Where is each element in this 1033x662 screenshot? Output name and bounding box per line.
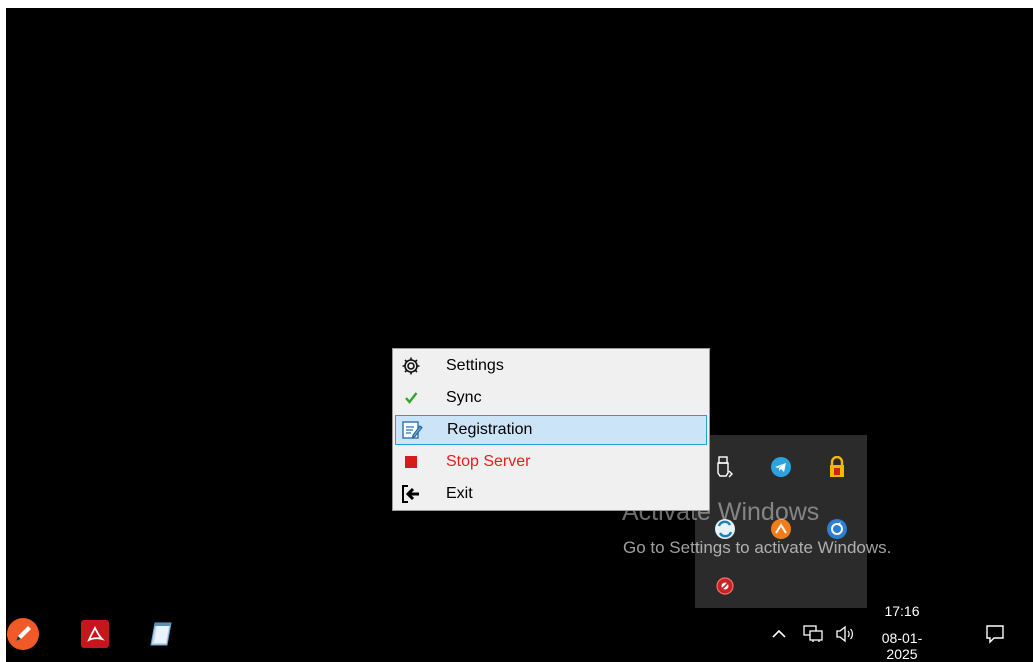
activate-windows-subtitle: Go to Settings to activate Windows. (623, 538, 892, 557)
tray-context-menu: Settings Sync Registration Stop Server E… (392, 348, 710, 511)
menu-item-settings[interactable]: Settings (395, 351, 707, 381)
clock-date[interactable]: 08-01-2025 (867, 630, 937, 662)
pdf-reader-icon[interactable] (78, 617, 112, 651)
chevron-up-icon[interactable] (770, 624, 788, 644)
menu-item-label: Exit (446, 485, 473, 502)
menu-item-label: Settings (446, 357, 504, 374)
menu-item-label: Sync (446, 389, 482, 406)
notepad-icon[interactable] (145, 617, 179, 651)
desktop: Activate Windows Go to Settings to activ… (6, 8, 1033, 662)
menu-item-registration[interactable]: Registration (395, 415, 707, 445)
menu-item-exit[interactable]: Exit (395, 479, 707, 509)
menu-item-stop-server[interactable]: Stop Server (395, 447, 707, 477)
stop-icon (396, 448, 426, 476)
menu-item-sync[interactable]: Sync (395, 383, 707, 413)
red-app-icon[interactable] (711, 572, 739, 600)
exit-icon (396, 480, 426, 508)
screen-frame: Activate Windows Go to Settings to activ… (0, 0, 1033, 662)
edit-form-icon (397, 416, 427, 444)
menu-item-label: Stop Server (446, 453, 531, 470)
volume-icon[interactable] (833, 622, 857, 646)
clock-time[interactable]: 17:16 (877, 603, 927, 619)
network-icon[interactable] (801, 622, 825, 646)
pen-app-icon[interactable] (6, 617, 40, 651)
telegram-icon[interactable] (767, 453, 795, 481)
usb-icon[interactable] (711, 453, 739, 481)
notification-icon[interactable] (983, 622, 1007, 646)
vpn-lock-icon[interactable] (823, 453, 851, 481)
menu-item-label: Registration (447, 421, 533, 438)
gear-icon (396, 352, 426, 380)
checkmark-icon (396, 384, 426, 412)
